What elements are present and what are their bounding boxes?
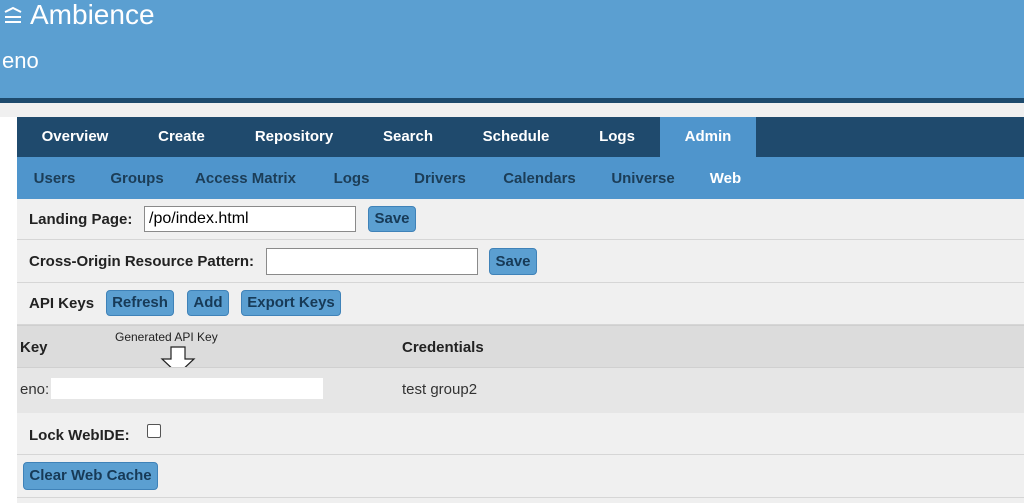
subtab-users[interactable]: Users [17,157,92,199]
tab-create[interactable]: Create [133,117,230,157]
generated-api-key-annotation: Generated API Key [115,330,218,344]
column-credentials: Credentials [402,339,484,356]
api-keys-label: API Keys [29,295,95,312]
refresh-button[interactable]: Refresh [106,290,174,316]
api-keys-row: API Keys Refresh Add Export Keys [17,283,1024,325]
menu-icon[interactable] [2,4,24,26]
landing-page-input[interactable] [144,206,356,232]
tab-overview[interactable]: Overview [17,117,133,157]
subtab-logs[interactable]: Logs [309,157,394,199]
main-nav: Overview Create Repository Search Schedu… [17,117,1024,157]
cors-pattern-input[interactable] [266,248,478,275]
clear-cache-row: Clear Web Cache [17,455,1024,498]
api-key-prefix: eno: [20,381,50,398]
subtab-groups[interactable]: Groups [92,157,182,199]
subtab-drivers[interactable]: Drivers [394,157,486,199]
cors-row: Cross-Origin Resource Pattern: Save [17,240,1024,283]
cors-save-button[interactable]: Save [489,248,537,275]
tab-repository[interactable]: Repository [230,117,358,157]
column-key: Key [20,339,48,356]
landing-page-label: Landing Page: [29,211,133,228]
api-key-credentials: test group2 [402,381,478,398]
header-gap [0,103,1024,117]
tab-logs[interactable]: Logs [574,117,660,157]
add-button[interactable]: Add [187,290,229,316]
cors-label: Cross-Origin Resource Pattern: [29,253,255,270]
landing-page-save-button[interactable]: Save [368,206,416,232]
tab-admin[interactable]: Admin [660,117,756,157]
admin-sub-nav: Users Groups Access Matrix Logs Drivers … [17,157,1024,199]
clear-web-cache-button[interactable]: Clear Web Cache [23,462,158,490]
subtab-universe[interactable]: Universe [593,157,693,199]
admin-panel: Overview Create Repository Search Schedu… [17,117,1024,503]
lock-webide-row: Lock WebIDE: [17,413,1024,455]
subtab-calendars[interactable]: Calendars [486,157,593,199]
tab-schedule[interactable]: Schedule [458,117,574,157]
table-row: eno: test group2 [17,367,1024,413]
api-key-value-redacted [51,378,323,399]
subtab-access-matrix[interactable]: Access Matrix [182,157,309,199]
user-name: eno [2,48,39,73]
tab-search[interactable]: Search [358,117,458,157]
lock-webide-checkbox[interactable] [147,424,161,438]
subtab-web[interactable]: Web [693,157,758,199]
export-keys-button[interactable]: Export Keys [241,290,341,316]
app-title-row: Ambience [2,0,155,30]
lock-webide-label: Lock WebIDE: [29,427,130,444]
app-title: Ambience [30,0,155,30]
landing-page-row: Landing Page: Save [17,199,1024,240]
